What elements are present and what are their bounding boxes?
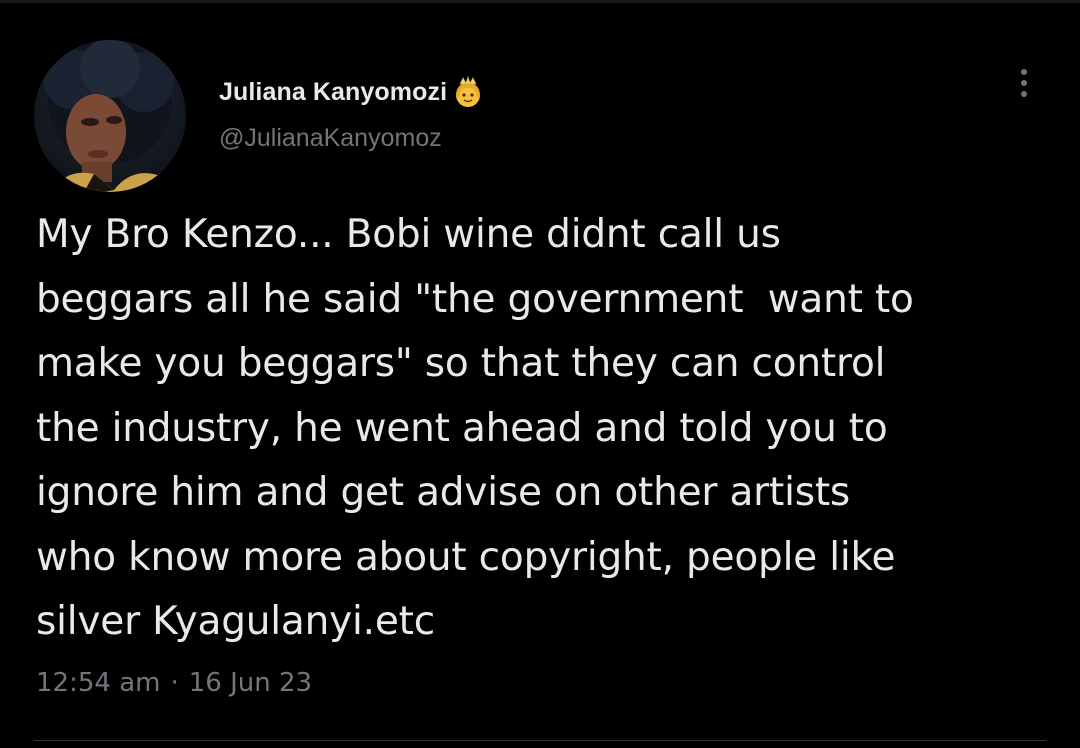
tweet-time[interactable]: 12:54 am [36,668,160,698]
more-vertical-icon[interactable] [1012,64,1036,104]
bottom-divider [34,740,1046,741]
avatar-photo [44,40,174,192]
tweet-meta: 12:54 am · 16 Jun 23 [36,668,312,698]
tweet-date[interactable]: 16 Jun 23 [189,668,312,698]
display-name-row: Juliana Kanyomozi [219,74,485,110]
tweet-text: My Bro Kenzo... Bobi wine didnt call us … [36,212,914,644]
user-handle[interactable]: @JulianaKanyomoz [219,124,485,153]
princess-emoji-icon [451,75,485,109]
tweet-card: Juliana Kanyomozi @JulianaKanyomoz My Br… [0,0,1080,748]
top-divider [0,0,1080,3]
avatar[interactable] [34,40,186,192]
user-info: Juliana Kanyomozi @JulianaKanyomoz [219,74,485,153]
display-name[interactable]: Juliana Kanyomozi [219,78,447,107]
meta-separator: · [170,668,179,698]
